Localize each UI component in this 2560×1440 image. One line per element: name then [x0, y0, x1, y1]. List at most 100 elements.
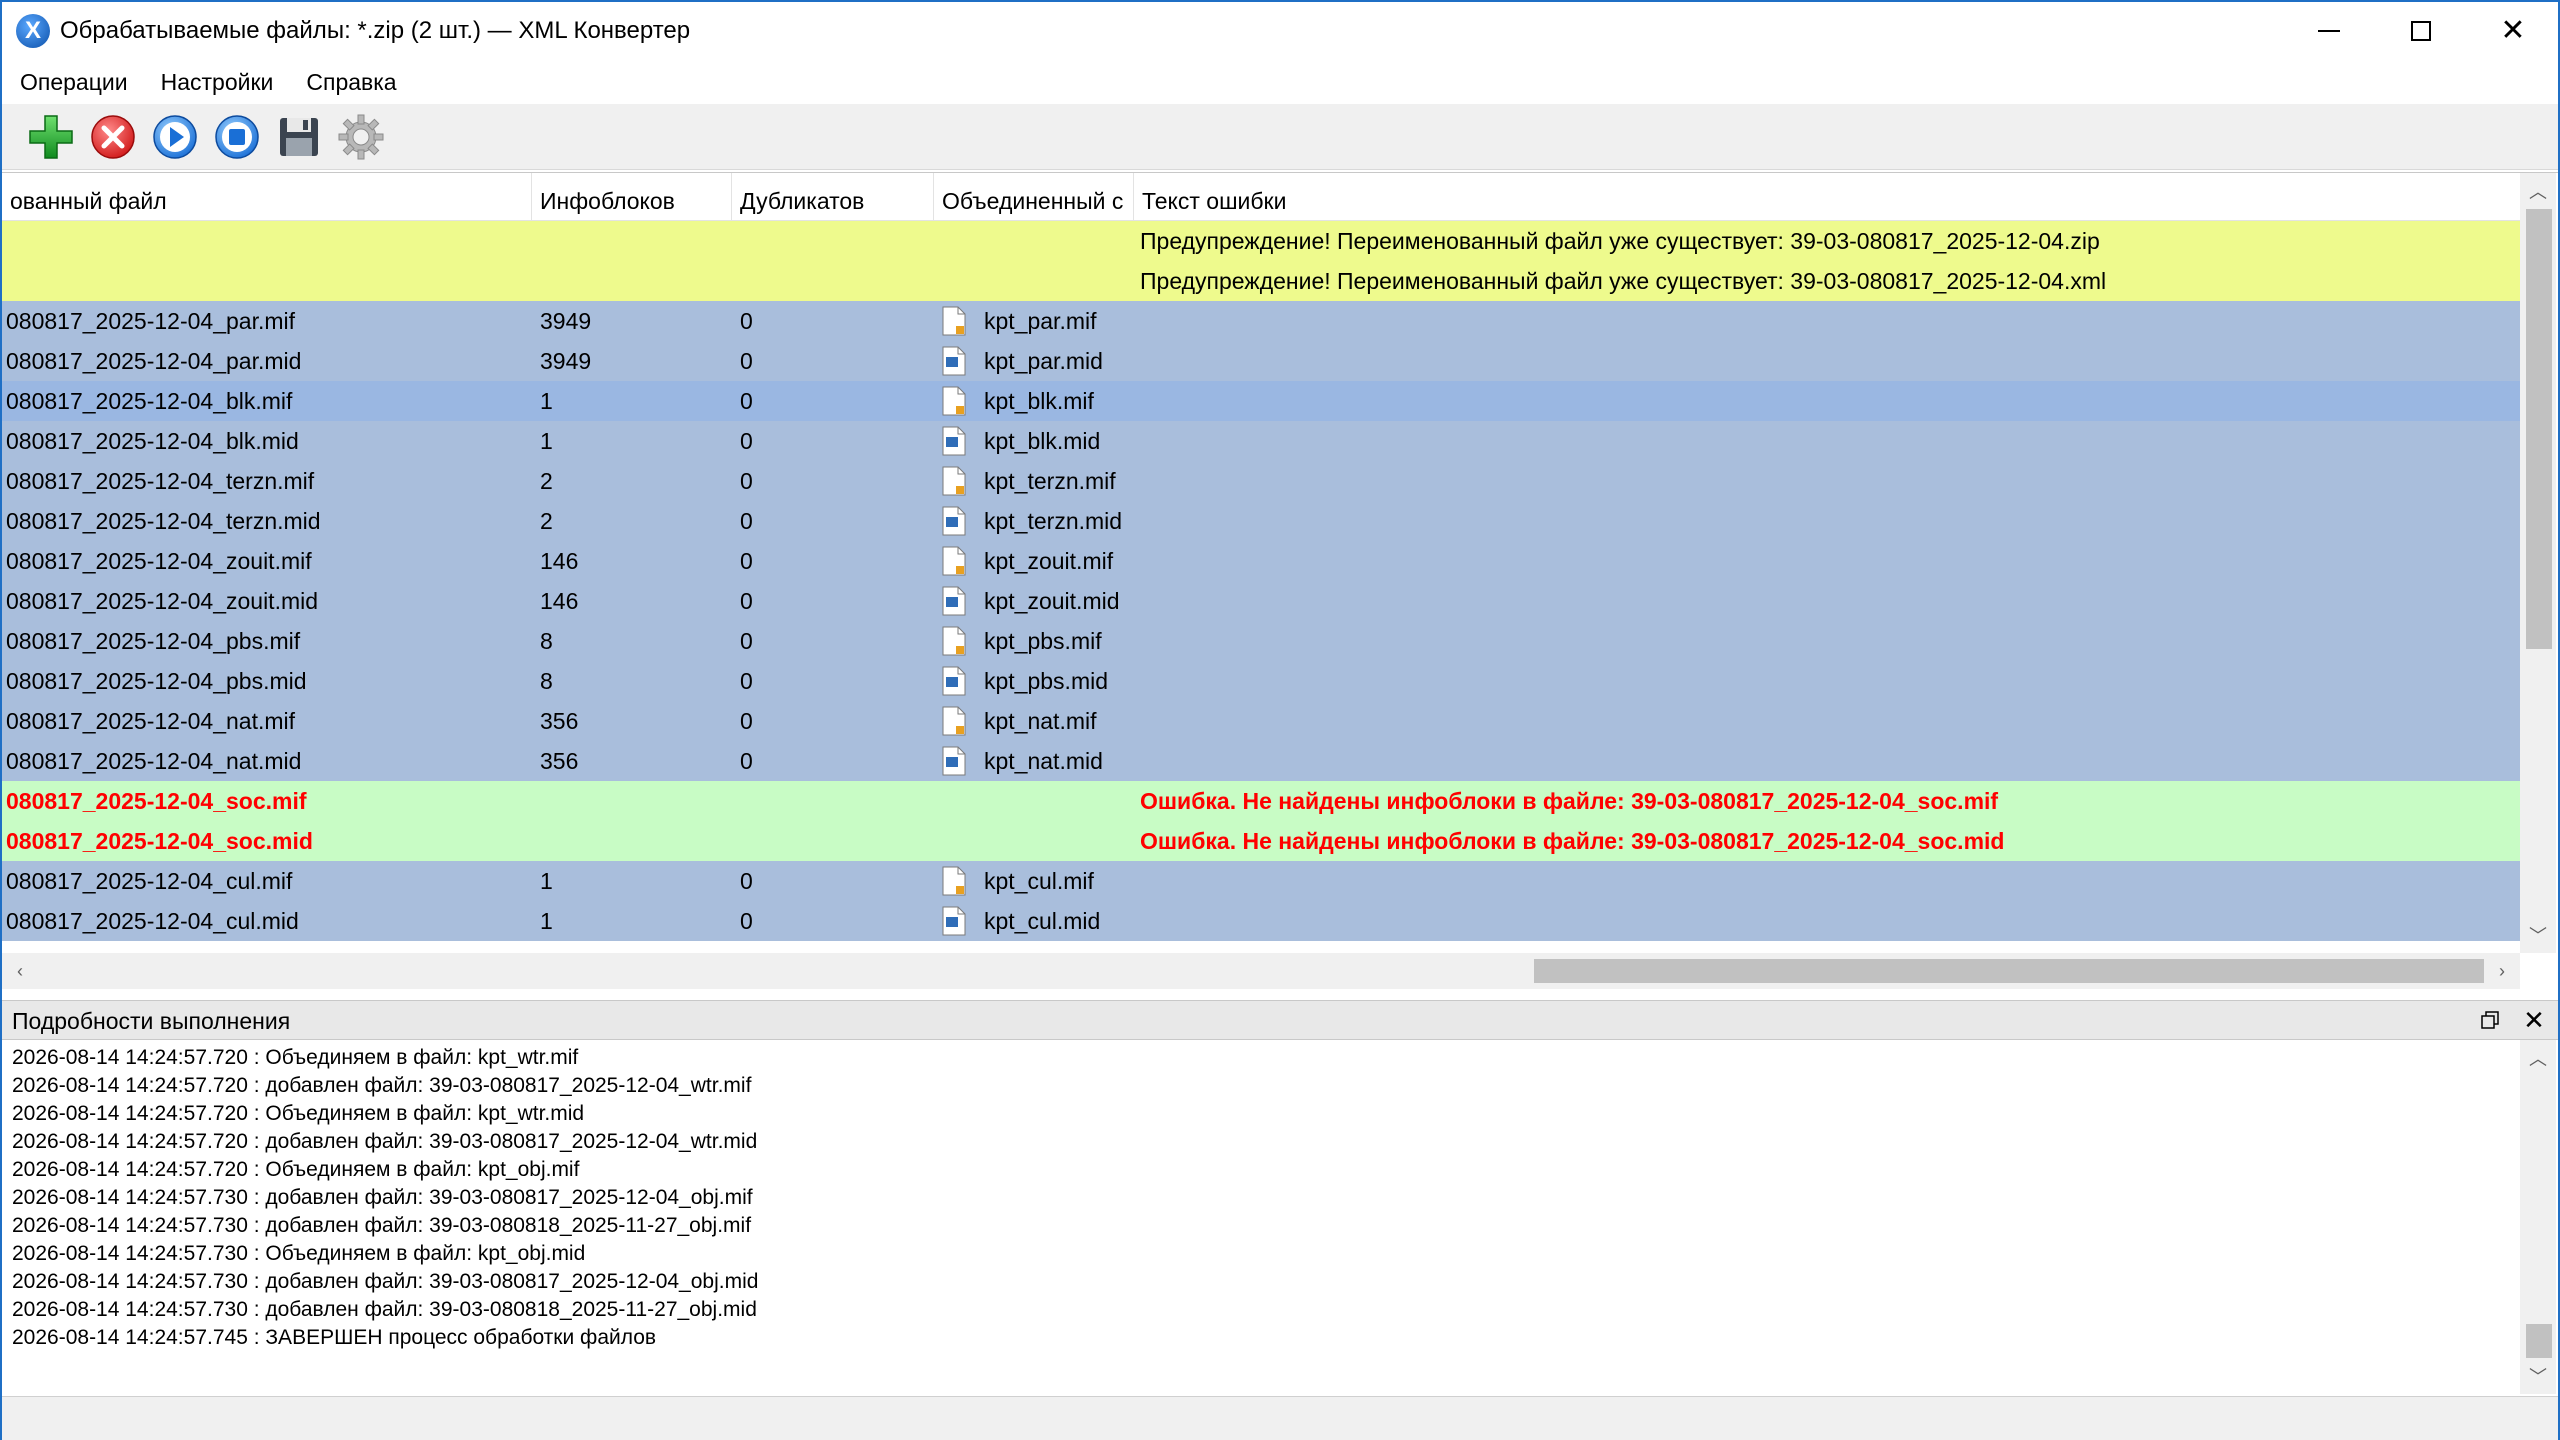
merged-file-name: kpt_pbs.mif: [984, 628, 1102, 654]
add-button[interactable]: [22, 108, 80, 166]
table-row[interactable]: 080817_2025-12-04_zouit.mid 146 0 kpt_zouit…: [2, 581, 2520, 621]
cell-error-text: [1140, 701, 2510, 741]
mif-file-icon: [942, 466, 966, 496]
table-row[interactable]: 080817_2025-12-04_nat.mif 356 0 kpt_nat.mif: [2, 701, 2520, 741]
scroll-up-icon[interactable]: ︿: [2520, 1040, 2556, 1076]
log-line: 2026-08-14 14:24:57.745 : ЗАВЕРШЕН проце…: [12, 1326, 657, 1349]
table-row[interactable]: 080817_2025-12-04_pbs.mid 8 0 kpt_pbs.mid: [2, 661, 2520, 701]
grid-horizontal-scrollbar[interactable]: ‹ ›: [2, 953, 2520, 989]
table-row[interactable]: 080817_2025-12-04_cul.mid 1 0 kpt_cul.mid: [2, 901, 2520, 941]
cell-duplicates: 0: [740, 348, 753, 374]
cell-merged: kpt_blk.mid: [942, 421, 1127, 461]
warning-row[interactable]: Предупреждение! Переименованный файл уже…: [2, 221, 2520, 261]
cell-merged: kpt_terzn.mid: [942, 501, 1127, 541]
title-bar: X Обрабатываемые файлы: *.zip (2 шт.) — …: [2, 2, 2558, 60]
cell-duplicates: 0: [740, 708, 753, 734]
cell-duplicates: 0: [740, 388, 753, 414]
cell-file: [6, 261, 526, 301]
cell-duplicates: 0: [740, 908, 753, 934]
close-window-button[interactable]: ✕: [2467, 2, 2559, 60]
error-row[interactable]: 080817_2025-12-04_soc.mif Ошибка. Не найд…: [2, 781, 2520, 821]
grid-vertical-scroll-thumb[interactable]: [2526, 209, 2552, 649]
save-button[interactable]: [270, 108, 328, 166]
minimize-button[interactable]: [2283, 2, 2375, 60]
cell-error-text: [1140, 621, 2510, 661]
cell-duplicates: 0: [740, 748, 753, 774]
merged-file-name: kpt_blk.mid: [984, 428, 1101, 454]
details-panel-title: Подробности выполнения: [12, 1008, 291, 1034]
cell-error-text: Ошибка. Не найдены инфоблоки в файле: 39…: [1140, 788, 1999, 814]
grid-horizontal-scroll-thumb[interactable]: [1534, 959, 2484, 983]
column-header-error-text[interactable]: Текст ошибки: [1134, 173, 2520, 221]
cell-file: 080817_2025-12-04_soc.mid: [6, 828, 313, 854]
cell-file: 080817_2025-12-04_terzn.mif: [6, 468, 315, 494]
settings-button[interactable]: [332, 108, 390, 166]
cell-file: 080817_2025-12-04_terzn.mid: [6, 508, 321, 534]
cancel-icon: [91, 114, 135, 159]
files-grid[interactable]: ованный файл Инфоблоков Дубликатов Объед…: [2, 172, 2558, 990]
cell-duplicates: 0: [740, 508, 753, 534]
menu-settings[interactable]: Настройки: [147, 69, 288, 96]
table-row[interactable]: 080817_2025-12-04_blk.mid 1 0 kpt_blk.mid: [2, 421, 2520, 461]
cell-infoblocks: [540, 781, 730, 821]
mid-file-icon: [942, 346, 966, 376]
table-row[interactable]: 080817_2025-12-04_pbs.mif 8 0 kpt_pbs.mif: [2, 621, 2520, 661]
menu-bar: Операции Настройки Справка: [2, 60, 2558, 104]
scroll-left-icon[interactable]: ‹: [2, 953, 38, 989]
maximize-button[interactable]: [2375, 2, 2467, 60]
cell-infoblocks: 1: [540, 388, 553, 414]
cell-merged: kpt_pbs.mif: [942, 621, 1127, 661]
toolbar: [2, 104, 2558, 170]
maximize-icon: [2411, 21, 2431, 41]
cell-merged: [942, 261, 1127, 301]
error-row[interactable]: 080817_2025-12-04_soc.mid Ошибка. Не найд…: [2, 821, 2520, 861]
start-button[interactable]: [146, 108, 204, 166]
column-header-infoblocks[interactable]: Инфоблоков: [532, 173, 732, 221]
table-row[interactable]: 080817_2025-12-04_zouit.mif 146 0 kpt_zouit…: [2, 541, 2520, 581]
log-vertical-scroll-thumb[interactable]: [2526, 1324, 2552, 1358]
scroll-down-icon[interactable]: ﹀: [2520, 1358, 2556, 1394]
merged-file-name: kpt_par.mid: [984, 348, 1103, 374]
add-icon: [29, 114, 73, 159]
cell-file: 080817_2025-12-04_nat.mid: [6, 748, 302, 774]
scroll-up-icon[interactable]: ︿: [2520, 173, 2556, 209]
cell-file: 080817_2025-12-04_par.mif: [6, 308, 296, 334]
cell-file: 080817_2025-12-04_pbs.mif: [6, 628, 301, 654]
grid-vertical-scrollbar[interactable]: ︿ ﹀: [2520, 173, 2556, 953]
cell-merged: [942, 221, 1127, 261]
cell-merged: [942, 821, 1127, 861]
scroll-down-icon[interactable]: ﹀: [2520, 917, 2556, 953]
cell-file: 080817_2025-12-04_blk.mid: [6, 428, 299, 454]
stop-button[interactable]: [208, 108, 266, 166]
mif-file-icon: [942, 706, 966, 736]
execution-log[interactable]: 2026-08-14 14:24:57.720 : Объединяем в ф…: [2, 1040, 2520, 1394]
cell-file: 080817_2025-12-04_nat.mif: [6, 708, 296, 734]
mid-file-icon: [942, 666, 966, 696]
table-row[interactable]: 080817_2025-12-04_nat.mid 356 0 kpt_nat.mid: [2, 741, 2520, 781]
column-header-file[interactable]: ованный файл: [2, 173, 532, 221]
cell-error-text: [1140, 541, 2510, 581]
cell-file: 080817_2025-12-04_blk.mif: [6, 388, 293, 414]
menu-help[interactable]: Справка: [292, 69, 410, 96]
app-logo-icon: X: [16, 14, 50, 48]
table-row[interactable]: 080817_2025-12-04_par.mif 3949 0 kpt_par.mi…: [2, 301, 2520, 341]
panel-restore-button[interactable]: [2472, 1001, 2508, 1039]
panel-close-button[interactable]: ✕: [2516, 1001, 2552, 1039]
mif-file-icon: [942, 626, 966, 656]
cancel-button[interactable]: [84, 108, 142, 166]
table-row[interactable]: 080817_2025-12-04_par.mid 3949 0 kpt_par.mi…: [2, 341, 2520, 381]
table-row[interactable]: 080817_2025-12-04_blk.mif 1 0 kpt_blk.mif: [2, 381, 2520, 421]
scroll-right-icon[interactable]: ›: [2484, 953, 2520, 989]
play-icon: [153, 114, 197, 159]
column-header-duplicates[interactable]: Дубликатов: [732, 173, 934, 221]
cell-merged: kpt_par.mif: [942, 301, 1127, 341]
table-row[interactable]: 080817_2025-12-04_terzn.mif 2 0 kpt_terzn.m…: [2, 461, 2520, 501]
column-header-merged[interactable]: Объединенный с: [934, 173, 1134, 221]
log-vertical-scrollbar[interactable]: ︿ ﹀: [2520, 1040, 2556, 1394]
warning-row[interactable]: Предупреждение! Переименованный файл уже…: [2, 261, 2520, 301]
cell-merged: kpt_cul.mif: [942, 861, 1127, 901]
menu-operations[interactable]: Операции: [6, 69, 142, 96]
table-row[interactable]: 080817_2025-12-04_cul.mif 1 0 kpt_cul.mif: [2, 861, 2520, 901]
cell-merged: kpt_nat.mid: [942, 741, 1127, 781]
table-row[interactable]: 080817_2025-12-04_terzn.mid 2 0 kpt_terzn.m…: [2, 501, 2520, 541]
